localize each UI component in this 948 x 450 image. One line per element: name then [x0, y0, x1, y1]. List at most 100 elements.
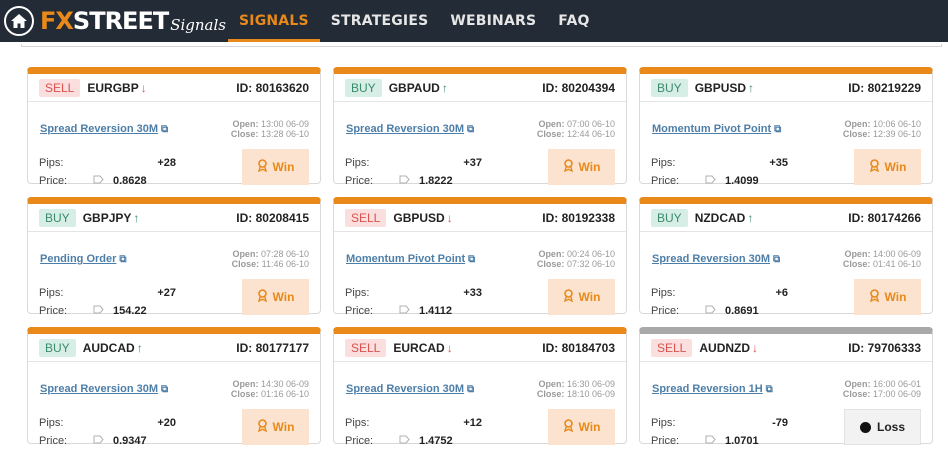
- arrow-down-icon: ↓: [752, 340, 759, 355]
- arrow-up-icon: ↑: [747, 210, 754, 225]
- strategy-name[interactable]: Momentum Pivot Point: [652, 123, 771, 135]
- external-link-icon[interactable]: ⧉: [468, 254, 475, 265]
- signal-card[interactable]: BUY GBPUSD ↑ ID: 80219229 Momentum Pivot…: [639, 67, 933, 187]
- strategy-link[interactable]: Momentum Pivot Point ⧉: [652, 123, 781, 135]
- strategy-link[interactable]: Spread Reversion 1H ⧉: [652, 383, 773, 395]
- price-tag-icon: [93, 175, 105, 187]
- external-link-icon[interactable]: ⧉: [119, 254, 126, 265]
- strategy-name[interactable]: Spread Reversion 1H: [652, 383, 763, 395]
- open-time: 13:00 06-09: [260, 119, 309, 129]
- strategy-name[interactable]: Momentum Pivot Point: [346, 253, 465, 265]
- result-label: Win: [884, 290, 907, 304]
- signal-id: ID: 80204394: [542, 80, 615, 95]
- pips-row: Pips: +37: [345, 154, 525, 172]
- signal-card[interactable]: SELL EURGBP ↓ ID: 80163620 Spread Revers…: [27, 67, 321, 187]
- close-time: 12:39 06-10: [872, 129, 921, 139]
- open-label: Open:: [538, 379, 565, 389]
- strategy-link[interactable]: Spread Reversion 30M ⧉: [346, 383, 474, 395]
- strategy-row: Spread Reversion 30M ⧉ Open: 07:00 06-10 …: [345, 117, 615, 141]
- signal-id: ID: 80219229: [848, 80, 921, 95]
- signal-card[interactable]: SELL GBPUSD ↓ ID: 80192338 Momentum Pivo…: [333, 197, 627, 317]
- result-label: Loss: [876, 420, 905, 434]
- price-label: Price:: [651, 175, 680, 187]
- external-link-icon[interactable]: ⧉: [773, 254, 780, 265]
- close-time: 01:41 06-10: [872, 259, 921, 269]
- strategy-name[interactable]: Spread Reversion 30M: [652, 253, 770, 265]
- price-row: Price: 1.4112: [345, 302, 525, 320]
- strategy-link[interactable]: Pending Order ⧉: [40, 253, 127, 265]
- side-badge: SELL: [651, 338, 693, 357]
- win-result-badge: Win: [854, 279, 921, 315]
- signal-stats: Pips: +33 Price: 1.4112: [345, 284, 525, 320]
- currency-pair: GBPUSD: [694, 80, 747, 95]
- side-badge: BUY: [651, 208, 688, 227]
- signal-card[interactable]: SELL AUDNZD ↓ ID: 79706333 Spread Revers…: [639, 327, 933, 447]
- close-label: Close:: [536, 389, 565, 399]
- external-link-icon[interactable]: ⧉: [161, 124, 168, 135]
- strategy-name[interactable]: Spread Reversion 30M: [40, 123, 158, 135]
- pips-value: +28: [157, 157, 176, 169]
- strategy-link[interactable]: Spread Reversion 30M ⧉: [346, 123, 474, 135]
- external-link-icon[interactable]: ⧉: [467, 124, 474, 135]
- price-label: Price:: [345, 435, 374, 447]
- signal-card[interactable]: BUY GBPJPY ↑ ID: 80208415 Pending Order ⧉…: [27, 197, 321, 317]
- arrow-up-icon: ↑: [441, 80, 448, 95]
- strategy-name[interactable]: Spread Reversion 30M: [346, 383, 464, 395]
- signal-stats: Pips: +20 Price: 0.9347: [39, 414, 219, 450]
- side-badge: BUY: [39, 338, 76, 357]
- signal-card[interactable]: BUY GBPAUD ↑ ID: 80204394 Spread Reversi…: [333, 67, 627, 187]
- open-time: 16:30 06-09: [566, 379, 615, 389]
- signal-card[interactable]: SELL EURCAD ↓ ID: 80184703 Spread Revers…: [333, 327, 627, 447]
- nav-item-signals[interactable]: SIGNALS: [228, 0, 320, 42]
- loss-result-badge: Loss: [844, 409, 921, 445]
- signal-card-header: SELL EURCAD ↓ ID: 80184703: [334, 334, 626, 362]
- signal-id: ID: 80174266: [848, 210, 921, 225]
- external-link-icon[interactable]: ⧉: [161, 384, 168, 395]
- nav-item-strategies[interactable]: STRATEGIES: [320, 0, 440, 42]
- price-tag-icon: [399, 435, 411, 447]
- strategy-link[interactable]: Momentum Pivot Point ⧉: [346, 253, 475, 265]
- signal-times: Open: 16:30 06-09 Close: 18:10 06-09: [537, 379, 615, 399]
- strategy-link[interactable]: Spread Reversion 30M ⧉: [40, 123, 168, 135]
- strategy-link[interactable]: Spread Reversion 30M ⧉: [652, 253, 780, 265]
- signal-card[interactable]: BUY AUDCAD ↑ ID: 80177177 Spread Reversi…: [27, 327, 321, 447]
- open-label: Open:: [844, 379, 871, 389]
- external-link-icon[interactable]: ⧉: [774, 124, 781, 135]
- strategy-link[interactable]: Spread Reversion 30M ⧉: [40, 383, 168, 395]
- signal-stats: Pips: +27 Price: 154.22: [39, 284, 219, 320]
- open-label: Open:: [844, 249, 871, 259]
- main-nav: SIGNALS STRATEGIES WEBINARS FAQ: [228, 0, 601, 42]
- fxstreet-signals-logo[interactable]: FX STREET Signals: [4, 4, 226, 38]
- close-label: Close:: [231, 259, 260, 269]
- win-result-badge: Win: [548, 409, 615, 445]
- signal-stats: Pips: +12 Price: 1.4752: [345, 414, 525, 450]
- signal-card[interactable]: BUY NZDCAD ↑ ID: 80174266 Spread Reversi…: [639, 197, 933, 317]
- side-badge: SELL: [345, 208, 387, 227]
- external-link-icon[interactable]: ⧉: [467, 384, 474, 395]
- price-value: 1.4099: [725, 175, 759, 187]
- close-time: 18:10 06-09: [566, 389, 615, 399]
- pips-label: Pips:: [651, 417, 676, 429]
- strategy-name[interactable]: Pending Order: [40, 253, 116, 265]
- strategy-name[interactable]: Spread Reversion 30M: [40, 383, 158, 395]
- award-icon: [257, 419, 268, 435]
- result-label: Win: [578, 420, 601, 434]
- price-label: Price:: [345, 175, 374, 187]
- price-tag-icon: [399, 175, 411, 187]
- signal-times: Open: 07:00 06-10 Close: 12:44 06-10: [537, 119, 615, 139]
- top-navigation-bar: FX STREET Signals SIGNALS STRATEGIES WEBIN…: [0, 0, 948, 42]
- arrow-up-icon: ↑: [136, 340, 143, 355]
- currency-pair: GBPJPY: [82, 210, 132, 225]
- win-result-badge: Win: [242, 409, 309, 445]
- price-row: Price: 154.22: [39, 302, 219, 320]
- nav-item-faq[interactable]: FAQ: [547, 0, 600, 42]
- external-link-icon[interactable]: ⧉: [766, 384, 773, 395]
- award-icon: [563, 419, 574, 435]
- signal-card-header: BUY GBPUSD ↑ ID: 80219229: [640, 74, 932, 102]
- home-icon[interactable]: [4, 6, 34, 36]
- close-time: 12:44 06-10: [566, 129, 615, 139]
- strategy-row: Spread Reversion 30M ⧉ Open: 16:30 06-09 …: [345, 377, 615, 401]
- strategy-name[interactable]: Spread Reversion 30M: [346, 123, 464, 135]
- nav-item-webinars[interactable]: WEBINARS: [439, 0, 547, 42]
- currency-pair: GBPAUD: [388, 80, 440, 95]
